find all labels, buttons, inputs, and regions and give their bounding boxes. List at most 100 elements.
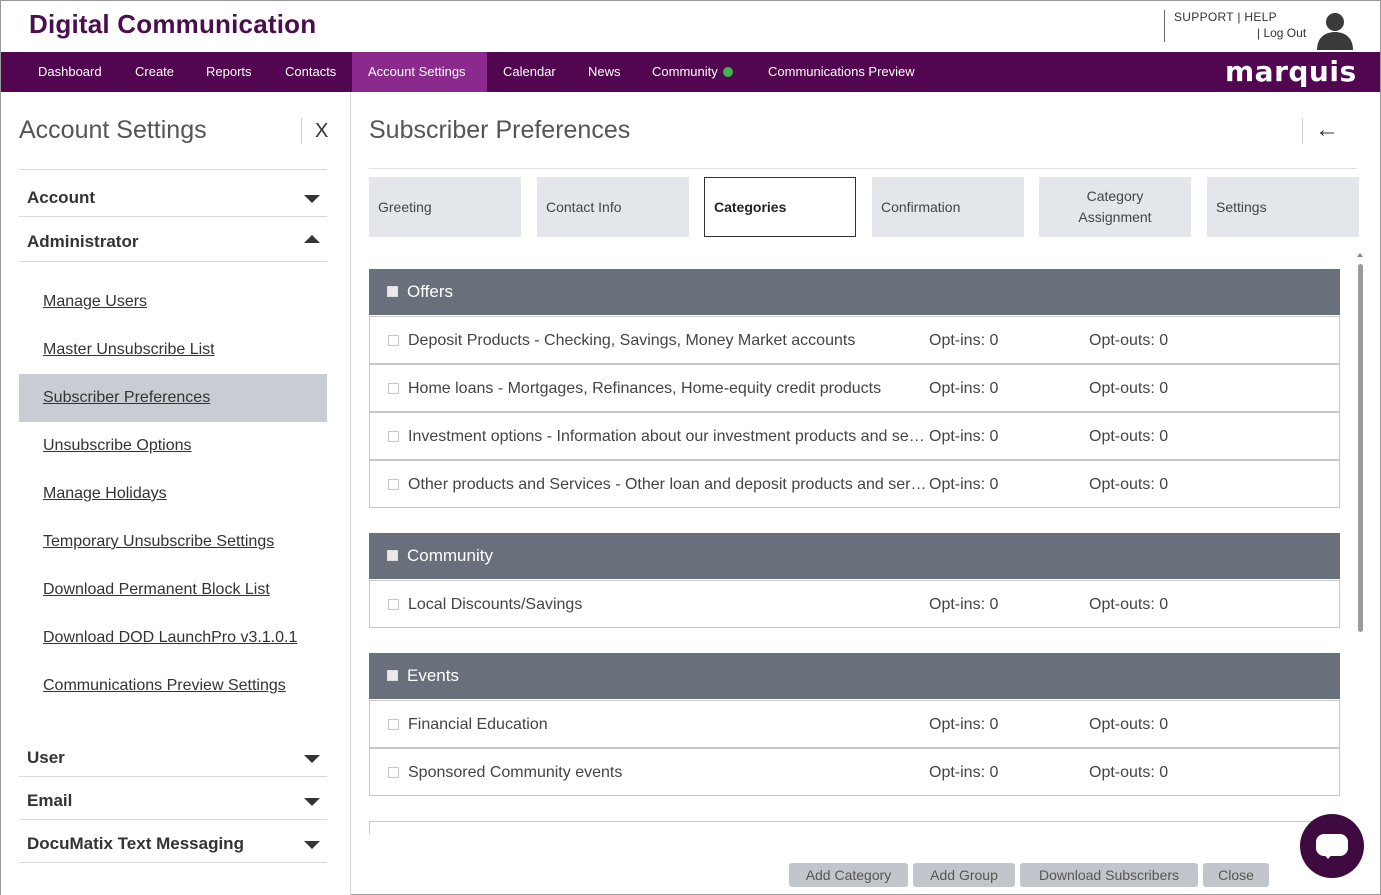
chevron-down-icon[interactable] — [304, 755, 320, 763]
online-status-icon — [722, 67, 733, 77]
nav-contacts[interactable]: Contacts — [269, 52, 352, 92]
add-category-button[interactable]: Add Category — [789, 863, 908, 887]
group-checkbox[interactable] — [387, 286, 398, 297]
nav-account-settings[interactable]: Account Settings — [352, 52, 487, 92]
section-account[interactable]: Account — [27, 188, 95, 208]
nav-calendar[interactable]: Calendar — [487, 52, 572, 92]
page-title: Subscriber Preferences — [369, 116, 631, 144]
category-name: Sponsored Community events — [408, 764, 623, 781]
nav-create[interactable]: Create — [119, 52, 190, 92]
row-checkbox[interactable] — [388, 383, 399, 394]
optins-count: Opt-ins: 0 — [929, 332, 999, 349]
chat-bubble-tail — [1322, 852, 1334, 859]
download-subscribers-button[interactable]: Download Subscribers — [1020, 863, 1198, 887]
tab-category-assignment[interactable]: Category Assignment — [1039, 177, 1191, 237]
chevron-down-icon[interactable] — [304, 798, 320, 806]
sidebar-title: Account Settings — [19, 116, 207, 144]
chat-button[interactable] — [1300, 814, 1364, 878]
group-header-offers[interactable]: Offers — [369, 269, 1340, 315]
section-user[interactable]: User — [27, 748, 65, 768]
row-checkbox[interactable] — [388, 431, 399, 442]
nav-reports[interactable]: Reports — [190, 52, 268, 92]
chevron-down-icon[interactable] — [304, 195, 320, 203]
optins-count: Opt-ins: 0 — [929, 596, 999, 613]
divider — [19, 862, 327, 863]
sidebar: Account Settings X Account Administrator… — [1, 92, 351, 895]
category-name: Financial Education — [408, 716, 548, 733]
back-arrow-icon[interactable]: ← — [1315, 116, 1339, 144]
optouts-count: Opt-outs: 0 — [1089, 428, 1169, 445]
group-header-community[interactable]: Community — [369, 533, 1340, 579]
top-header: Digital Communication SUPPORT | HELP | L… — [1, 1, 1380, 52]
row-checkbox[interactable] — [388, 599, 399, 610]
row-checkbox[interactable] — [388, 719, 399, 730]
group-header-events[interactable]: Events — [369, 653, 1340, 699]
section-email[interactable]: Email — [27, 791, 72, 811]
table-row: Home loans - Mortgages, Refinances, Home… — [369, 364, 1340, 412]
optins-count: Opt-ins: 0 — [929, 764, 999, 781]
logout-link[interactable]: Log Out — [1263, 26, 1306, 40]
sidebar-link-temporary-unsubscribe-settings[interactable]: Temporary Unsubscribe Settings — [19, 518, 327, 566]
group-checkbox[interactable] — [387, 670, 398, 681]
next-group-edge — [369, 821, 1340, 834]
sidebar-link-unsubscribe-options[interactable]: Unsubscribe Options — [19, 422, 327, 470]
row-checkbox[interactable] — [388, 479, 399, 490]
table-row: Other products and Services - Other loan… — [369, 460, 1340, 508]
sidebar-link-manage-holidays[interactable]: Manage Holidays — [19, 470, 327, 518]
tab-categories[interactable]: Categories — [704, 177, 856, 237]
group-name: Community — [407, 546, 493, 565]
scrollbar-thumb[interactable] — [1358, 264, 1363, 632]
sidebar-link-download-permanent-block-list[interactable]: Download Permanent Block List — [19, 566, 327, 614]
category-name: Local Discounts/Savings — [408, 596, 583, 613]
tab-greeting[interactable]: Greeting — [369, 177, 521, 237]
nav-community[interactable]: Community — [636, 52, 749, 92]
optins-count: Opt-ins: 0 — [929, 380, 999, 397]
sidebar-link-subscriber-preferences[interactable]: Subscriber Preferences — [19, 374, 327, 422]
tab-contact-info[interactable]: Contact Info — [537, 177, 689, 237]
header-divider — [1164, 10, 1165, 42]
nav-dashboard[interactable]: Dashboard — [22, 52, 118, 92]
scroll-up-icon[interactable] — [1357, 253, 1363, 257]
category-name: Investment options - Information about o… — [408, 428, 928, 445]
sidebar-close-button[interactable]: X — [315, 120, 328, 143]
chevron-up-icon[interactable] — [304, 235, 320, 243]
optins-count: Opt-ins: 0 — [929, 476, 999, 493]
divider — [19, 169, 327, 170]
optouts-count: Opt-outs: 0 — [1089, 380, 1169, 397]
nav-communications-preview[interactable]: Communications Preview — [752, 52, 931, 92]
row-checkbox[interactable] — [388, 335, 399, 346]
group-checkbox[interactable] — [387, 550, 398, 561]
close-button[interactable]: Close — [1203, 863, 1269, 887]
category-name: Home loans - Mortgages, Refinances, Home… — [408, 380, 882, 397]
sidebar-link-master-unsubscribe-list[interactable]: Master Unsubscribe List — [19, 326, 327, 374]
sidebar-title-divider — [301, 118, 302, 144]
table-row: Deposit Products - Checking, Savings, Mo… — [369, 316, 1340, 364]
section-documatix-text-messaging[interactable]: DocuMatix Text Messaging — [27, 834, 244, 854]
tab-confirmation[interactable]: Confirmation — [872, 177, 1024, 237]
help-link[interactable]: HELP — [1244, 10, 1277, 24]
table-row: Local Discounts/Savings Opt-ins: 0 Opt-o… — [369, 580, 1340, 628]
divider — [19, 216, 327, 217]
sidebar-link-communications-preview-settings[interactable]: Communications Preview Settings — [19, 662, 327, 710]
optouts-count: Opt-outs: 0 — [1089, 596, 1169, 613]
divider — [19, 776, 327, 777]
tab-settings[interactable]: Settings — [1207, 177, 1359, 237]
title-divider — [1302, 118, 1303, 144]
support-link[interactable]: SUPPORT — [1174, 10, 1234, 24]
section-administrator[interactable]: Administrator — [27, 232, 138, 252]
nav-news[interactable]: News — [572, 52, 637, 92]
table-row: Sponsored Community events Opt-ins: 0 Op… — [369, 748, 1340, 796]
table-row: Financial Education Opt-ins: 0 Opt-outs:… — [369, 700, 1340, 748]
add-group-button[interactable]: Add Group — [913, 863, 1015, 887]
user-avatar-icon[interactable] — [1315, 10, 1355, 50]
categories-list: Offers Deposit Products - Checking, Savi… — [369, 269, 1340, 834]
table-row: Investment options - Information about o… — [369, 412, 1340, 460]
nav-community-label: Community — [652, 64, 718, 79]
chevron-down-icon[interactable] — [304, 841, 320, 849]
row-checkbox[interactable] — [388, 767, 399, 778]
sidebar-link-download-dod-launchpro[interactable]: Download DOD LaunchPro v3.1.0.1 — [19, 614, 327, 662]
tab-category-assignment-label: Category Assignment — [1078, 188, 1152, 225]
sidebar-link-manage-users[interactable]: Manage Users — [19, 278, 327, 326]
divider — [19, 261, 327, 262]
optouts-count: Opt-outs: 0 — [1089, 716, 1169, 733]
